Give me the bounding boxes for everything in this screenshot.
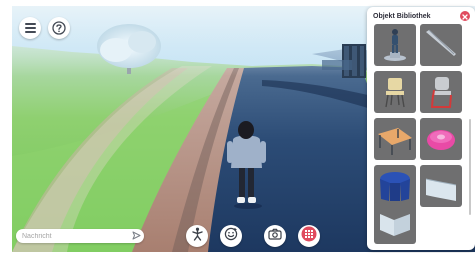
wall-piece-corner-icon [380,214,410,236]
dance-button[interactable] [186,225,208,247]
objects-grid-icon [301,226,317,247]
bat-icon [426,29,456,56]
send-button[interactable] [130,230,142,242]
desk-icon [378,128,412,155]
emote-icon [224,227,238,246]
library-item-round-pink[interactable] [420,118,462,160]
objects-button[interactable] [298,225,320,247]
statue-icon [384,29,406,61]
library-item-wall-corner[interactable] [374,202,416,244]
camera-icon [268,227,282,245]
hamburger-icon [24,23,36,33]
question-icon [52,21,66,35]
library-item-red-chair[interactable] [420,71,462,113]
library-item-wall-curved[interactable] [420,165,462,207]
send-icon [132,227,141,245]
close-button[interactable] [460,11,470,21]
dance-icon [191,227,204,246]
scrollbar[interactable] [469,119,471,215]
camera-button[interactable] [264,225,286,247]
chat-box [16,229,144,243]
round-pink-object-icon [427,130,455,150]
menu-button[interactable] [19,17,41,39]
chat-input[interactable] [22,230,122,242]
library-item-desk[interactable] [374,118,416,160]
close-icon [462,7,468,25]
wall-piece-curved-icon [425,178,457,201]
object-library-panel: Objekt Bibliothek [367,7,475,250]
red-chair-icon [430,77,452,108]
panel-title: Objekt Bibliothek [373,13,431,20]
library-item-blue-table[interactable] [374,165,416,207]
library-item-bat[interactable] [420,24,462,66]
help-button[interactable] [48,17,70,39]
library-item-stool-chair[interactable] [374,71,416,113]
emote-button[interactable] [220,225,242,247]
library-item-statue[interactable] [374,24,416,66]
stool-chair-icon [385,78,405,108]
blue-round-table-icon [380,172,410,201]
